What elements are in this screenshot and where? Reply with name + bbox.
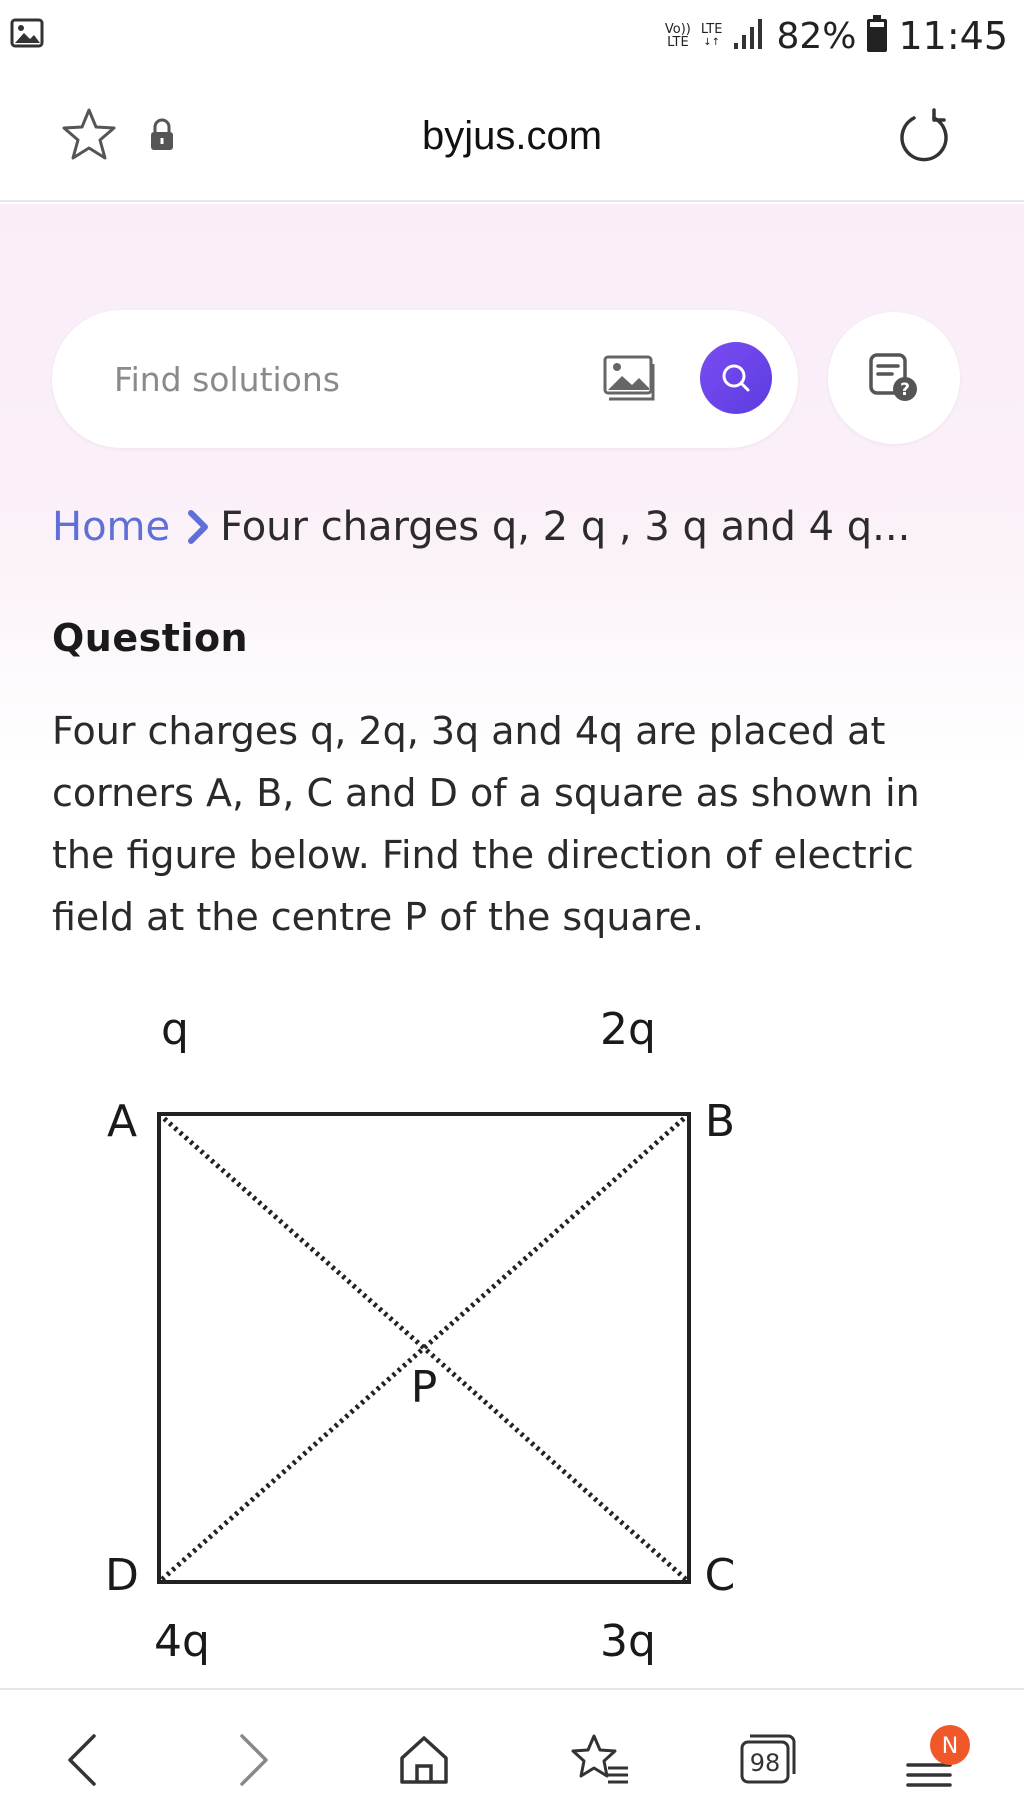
- charge-c-label: 3q: [600, 1616, 656, 1667]
- menu-button[interactable]: N: [898, 1720, 978, 1800]
- tabs-button[interactable]: 98: [728, 1720, 808, 1800]
- corner-c-label: C: [705, 1550, 736, 1601]
- menu-icon: N: [906, 1725, 970, 1787]
- home-button[interactable]: [384, 1720, 464, 1800]
- volte-indicator: Vo)) LTE: [664, 22, 691, 50]
- forward-button[interactable]: [214, 1720, 294, 1800]
- tabs-count: 98: [750, 1749, 781, 1777]
- battery-icon: [866, 15, 888, 57]
- question-text: Four charges q, 2q, 3q and 4q are placed…: [52, 709, 920, 939]
- svg-text:?: ?: [900, 380, 910, 400]
- search-button[interactable]: [700, 342, 772, 414]
- lte-indicator: LTE ↓↑: [700, 22, 723, 48]
- ask-question-icon: ?: [869, 353, 917, 401]
- search-input[interactable]: Find solutions: [114, 360, 340, 399]
- battery-percent: 82%: [776, 15, 857, 57]
- chevron-right-icon: [186, 508, 210, 546]
- home-icon: [400, 1736, 448, 1784]
- back-button[interactable]: [42, 1720, 122, 1800]
- charge-a-label: q: [161, 1004, 189, 1055]
- corner-d-label: D: [105, 1550, 139, 1601]
- bottom-nav: 98 N: [0, 1688, 1024, 1820]
- status-bar: Vo)) LTE LTE ↓↑ 82% 11:45: [0, 0, 1024, 76]
- corner-a-label: A: [107, 1096, 137, 1147]
- centre-p-label: P: [411, 1362, 438, 1413]
- question-figure: q 2q A B P D C 4q 3q: [0, 990, 1024, 1680]
- ask-doubt-button[interactable]: ?: [828, 312, 960, 444]
- gallery-icon: [10, 18, 44, 52]
- search-icon: [722, 364, 750, 392]
- breadcrumb-home-link[interactable]: Home: [52, 504, 170, 550]
- chevron-left-icon: [68, 1734, 96, 1786]
- tabs-icon: 98: [740, 1734, 796, 1784]
- address-bar: byjus.com: [0, 76, 1024, 202]
- notification-badge-letter: N: [942, 1734, 958, 1759]
- hero-section: Find solutions ? Home Four charges q, 2 …: [0, 204, 1024, 764]
- breadcrumb: Home Four charges q, 2 q , 3 q and 4 q..…: [52, 504, 910, 550]
- signal-icon: [732, 17, 766, 55]
- bookmarks-icon: [571, 1734, 628, 1784]
- url-text[interactable]: byjus.com: [0, 114, 1024, 159]
- question-heading: Question: [52, 616, 249, 660]
- charge-d-label: 4q: [154, 1616, 210, 1667]
- chevron-right-icon: [240, 1734, 268, 1786]
- clock: 11:45: [898, 14, 1008, 58]
- charge-b-label: 2q: [600, 1004, 656, 1055]
- search-box[interactable]: Find solutions: [52, 310, 798, 448]
- corner-b-label: B: [705, 1096, 735, 1147]
- bookmarks-button[interactable]: [560, 1720, 640, 1800]
- reload-icon[interactable]: [894, 106, 954, 170]
- breadcrumb-current: Four charges q, 2 q , 3 q and 4 q...: [220, 504, 911, 550]
- image-search-icon[interactable]: [602, 354, 656, 408]
